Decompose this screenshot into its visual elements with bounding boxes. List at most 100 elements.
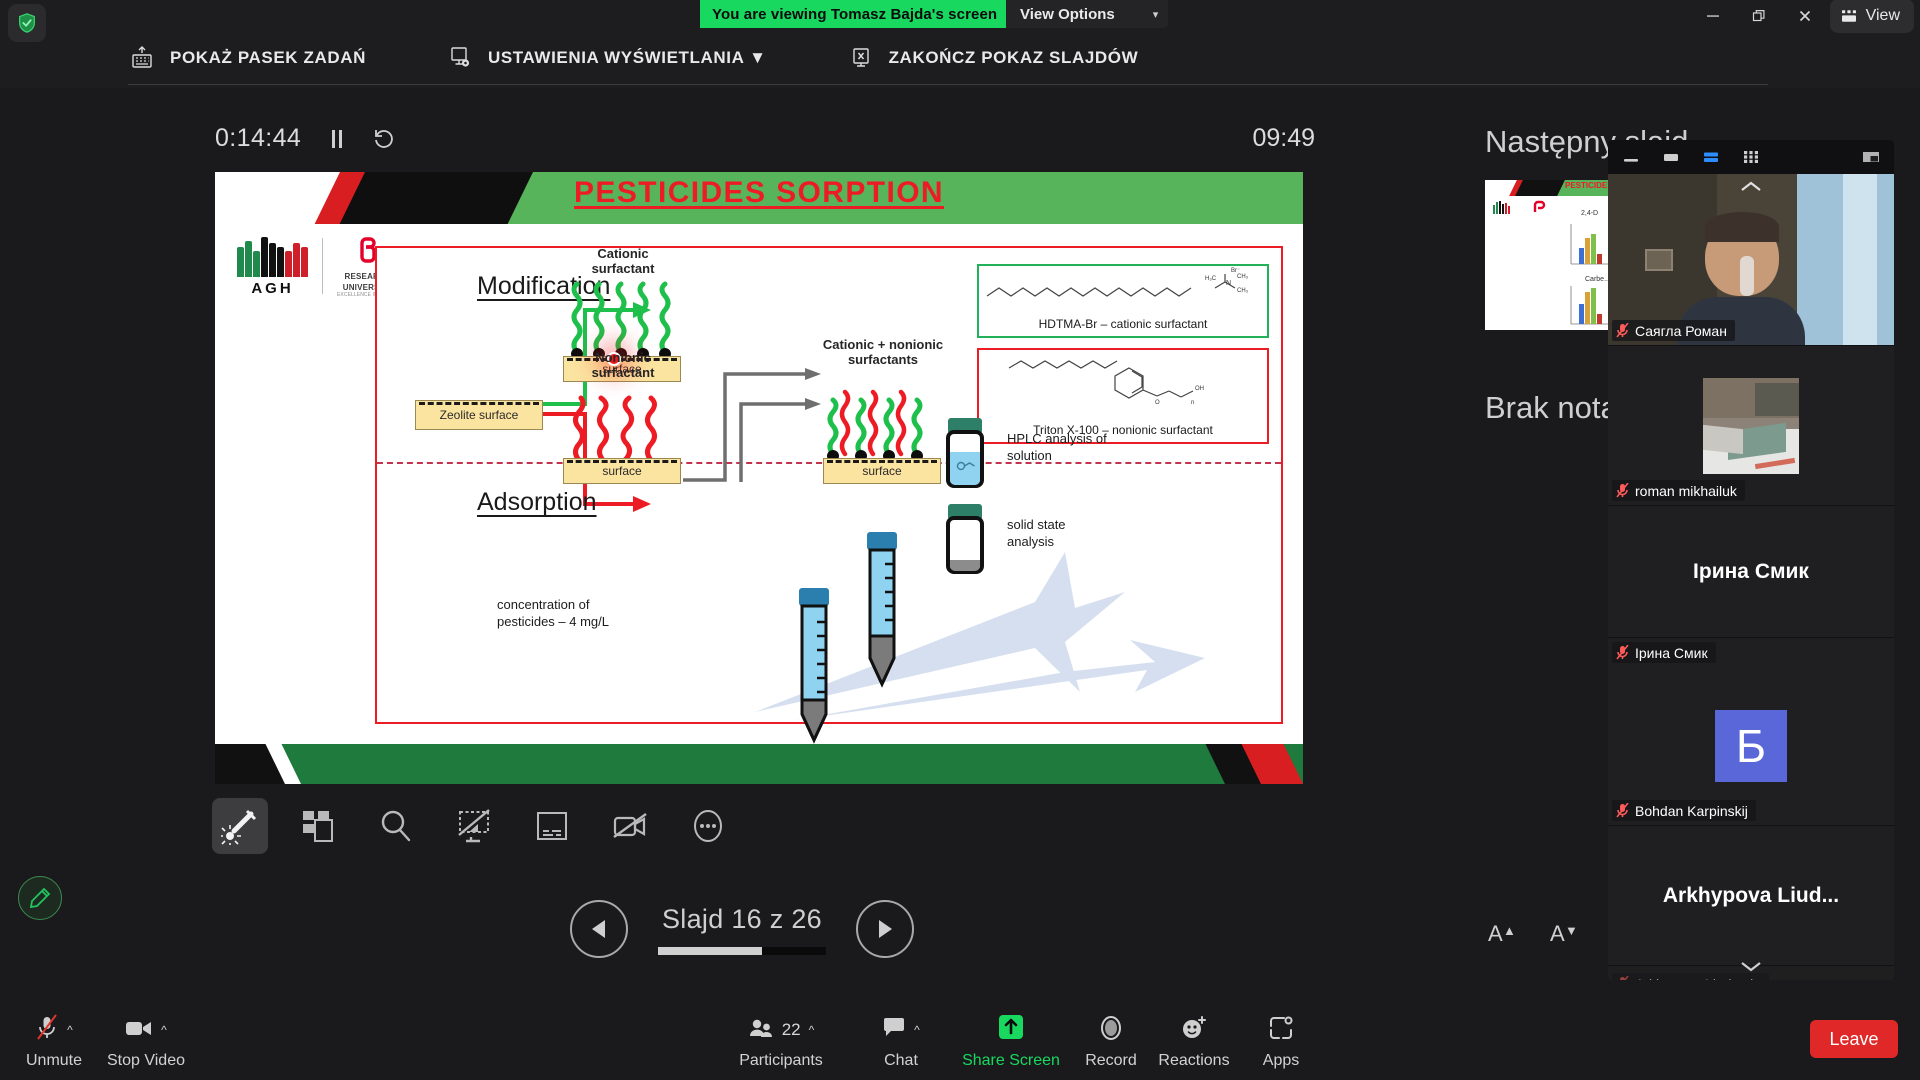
participants-label: Participants xyxy=(739,1052,823,1070)
filmstrip-header xyxy=(1608,140,1894,174)
muted-mic-icon xyxy=(1616,323,1629,338)
display-settings-button[interactable]: USTAWIENIA WYŚWIETLANIA ▼ xyxy=(446,44,767,72)
gallery-view-icon[interactable] xyxy=(1742,148,1760,166)
minimize-strip-icon[interactable] xyxy=(1622,148,1640,166)
leave-button[interactable]: Leave xyxy=(1810,1020,1898,1058)
test-tube-2 xyxy=(861,532,903,694)
audio-options-caret[interactable]: ^ xyxy=(67,1023,73,1037)
shared-slide[interactable]: PESTICIDES SORPTION AGH xyxy=(215,172,1303,784)
reactions-label: Reactions xyxy=(1158,1052,1229,1070)
close-button[interactable] xyxy=(1782,0,1828,32)
share-screen-label: Share Screen xyxy=(962,1052,1060,1070)
svg-text:Br⁻: Br⁻ xyxy=(1231,268,1240,274)
reset-timer-icon[interactable] xyxy=(373,127,395,151)
hdtma-structure: H₃C CH₃ CH₃ N Br⁻ xyxy=(979,266,1271,312)
slide-counter: Slajd 16 z 26 xyxy=(658,904,826,955)
participant-tile[interactable]: Arkhypova Liud... xyxy=(1608,826,1894,966)
spotlight-pointer-tool[interactable] xyxy=(212,798,268,854)
participants-options-caret[interactable]: ^ xyxy=(809,1023,815,1037)
slide-progress-fill xyxy=(658,947,762,955)
pause-icon[interactable] xyxy=(327,127,347,151)
window-controls: View xyxy=(1690,0,1920,32)
stop-video-tool[interactable] xyxy=(602,798,658,854)
svg-text:CH₃: CH₃ xyxy=(1237,274,1249,280)
svg-text:A: A xyxy=(1488,921,1503,946)
chem-box-hdtma: H₃C CH₃ CH₃ N Br⁻ HDTMA-Br – cationic su… xyxy=(977,264,1269,338)
participant-count: 22 xyxy=(782,1020,801,1040)
wall-clock: 09:49 xyxy=(1252,124,1315,153)
minimize-button[interactable] xyxy=(1690,0,1736,32)
participant-name-chip: roman mikhailuk xyxy=(1612,480,1745,501)
share-screen-button[interactable]: Share Screen xyxy=(965,1012,1057,1070)
nonionic-surfactant-label: Nonionic surfactant xyxy=(563,350,683,380)
video-filmstrip: Саягла Роман roman mikhailuk xyxy=(1608,140,1894,980)
show-taskbar-button[interactable]: POKAŻ PASEK ZADAŃ xyxy=(128,44,366,72)
participant-name-chip: Bohdan Karpinskij xyxy=(1612,800,1756,821)
annotate-fab-button[interactable] xyxy=(18,876,62,920)
view-layout-button[interactable]: View xyxy=(1830,0,1914,33)
chat-options-caret[interactable]: ^ xyxy=(914,1023,920,1037)
solid-state-vial xyxy=(941,504,989,576)
zeolite-surface-box: Zeolite surface xyxy=(415,400,543,430)
participant-name: Bohdan Karpinskij xyxy=(1635,803,1748,819)
participants-button[interactable]: 22 ^ Participants xyxy=(735,1012,827,1070)
leave-label: Leave xyxy=(1829,1029,1878,1050)
decrease-font-icon[interactable]: A▼ xyxy=(1550,919,1578,952)
chevron-down-icon: ▾ xyxy=(1153,8,1159,21)
participant-name: Саягла Роман xyxy=(1635,323,1727,339)
svg-text:n: n xyxy=(1191,400,1194,406)
svg-text:CH₃: CH₃ xyxy=(1237,288,1249,294)
speaker-view-icon[interactable] xyxy=(1662,148,1680,166)
next-slide-button[interactable] xyxy=(856,900,914,958)
muted-mic-icon xyxy=(1616,483,1629,498)
previous-slide-button[interactable] xyxy=(570,900,628,958)
top-bar: You are viewing Tomasz Bajda's screen Vi… xyxy=(0,0,1920,88)
solid-state-label: solid state analysis xyxy=(1007,516,1177,550)
svg-text:O: O xyxy=(1155,400,1160,406)
svg-text:▲: ▲ xyxy=(1503,923,1516,938)
participant-tile[interactable]: roman mikhailuk xyxy=(1608,346,1894,506)
expand-down-icon[interactable] xyxy=(1608,952,1894,980)
taskbar-icon xyxy=(128,44,156,72)
zoom-meeting-window: You are viewing Tomasz Bajda's screen Vi… xyxy=(0,0,1920,1080)
participant-tile[interactable]: Ірина Смик xyxy=(1608,506,1894,638)
popout-view-icon[interactable] xyxy=(1862,148,1880,166)
increase-font-icon[interactable]: A▲ xyxy=(1488,919,1516,952)
slide-progress-track[interactable] xyxy=(658,947,826,955)
zoom-tool[interactable] xyxy=(368,798,424,854)
record-button[interactable]: Record xyxy=(1065,1012,1157,1070)
stop-video-button[interactable]: ^ Stop Video xyxy=(100,1012,192,1070)
adsorption-heading: Adsorption xyxy=(477,488,597,517)
unmute-button[interactable]: ^ Unmute xyxy=(8,1012,100,1070)
participant-tile[interactable]: Б Bohdan Karpinskij xyxy=(1608,666,1894,826)
camera-icon xyxy=(125,1017,153,1044)
participant-name-chip: Ірина Смик xyxy=(1612,642,1716,663)
stop-video-label: Stop Video xyxy=(107,1052,185,1070)
video-options-caret[interactable]: ^ xyxy=(161,1023,167,1037)
screen-share-off-tool[interactable] xyxy=(446,798,502,854)
gallery-view-icon xyxy=(1840,7,1858,25)
subtitles-tool[interactable] xyxy=(524,798,580,854)
sharing-status-text: You are viewing Tomasz Bajda's screen xyxy=(712,6,997,23)
slide-header-band: PESTICIDES SORPTION xyxy=(215,172,1303,224)
chat-button[interactable]: ^ Chat xyxy=(855,1012,947,1070)
record-label: Record xyxy=(1085,1052,1137,1070)
restore-button[interactable] xyxy=(1736,0,1782,32)
display-settings-label: USTAWIENIA WYŚWIETLANIA ▼ xyxy=(488,48,767,68)
apps-button[interactable]: Apps xyxy=(1235,1012,1327,1070)
reactions-button[interactable]: Reactions xyxy=(1148,1012,1240,1070)
svg-text:A: A xyxy=(1550,921,1565,946)
triton-structure: O OH n xyxy=(979,350,1271,406)
participant-display-name: Ірина Смик xyxy=(1608,506,1894,637)
font-size-controls: A▲ A▼ xyxy=(1488,919,1578,952)
view-options-button[interactable]: View Options ▾ xyxy=(1006,0,1168,28)
show-taskbar-label: POKAŻ PASEK ZADAŃ xyxy=(170,48,366,68)
split-view-icon[interactable] xyxy=(1702,148,1720,166)
collapse-up-icon[interactable] xyxy=(1608,174,1894,200)
presenter-menu-bar: POKAŻ PASEK ZADAŃ USTAWIENIA WYŚWIETLANI… xyxy=(0,30,1920,86)
select-window-tool[interactable] xyxy=(290,798,346,854)
combined-surfactants-label: Cationic + nonionic surfactants xyxy=(803,337,963,367)
end-slideshow-button[interactable]: ZAKOŃCZ POKAZ SLAJDÓW xyxy=(847,44,1139,72)
slide-title: PESTICIDES SORPTION xyxy=(215,176,1303,210)
more-options-tool[interactable] xyxy=(680,798,736,854)
